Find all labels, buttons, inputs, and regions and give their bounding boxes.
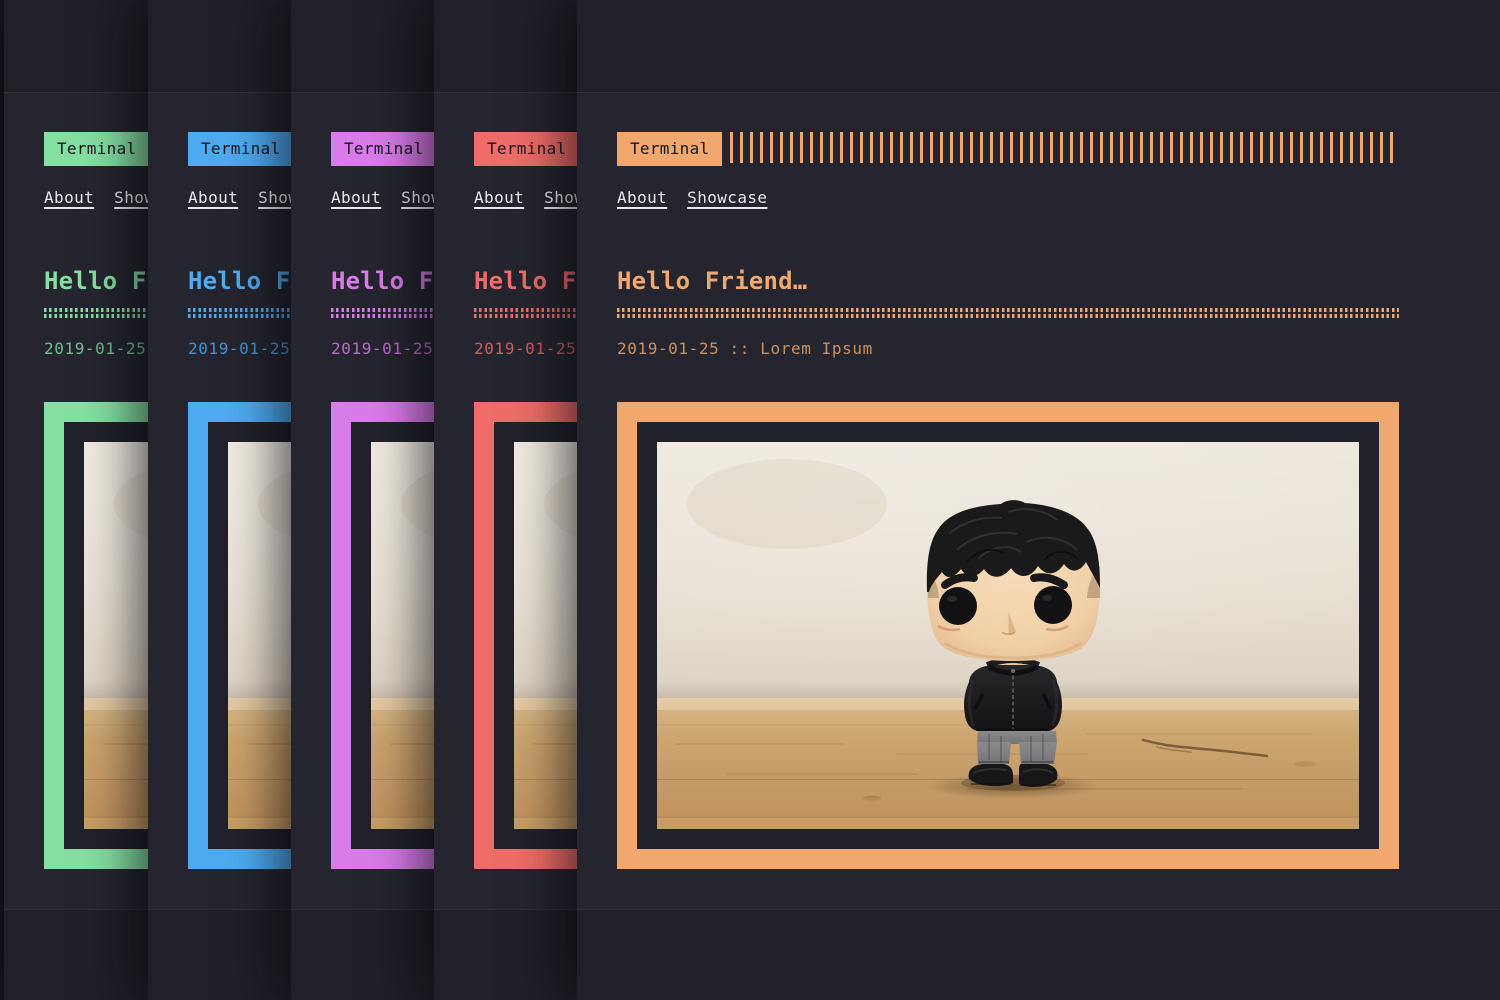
post-meta: 2019-01-25 :: Lorem Ipsum (617, 339, 873, 358)
nav-link-about[interactable]: About (188, 188, 238, 207)
dotted-divider (617, 308, 1399, 320)
terminal-logo-badge[interactable]: Terminal (474, 132, 579, 166)
figure-jacket (964, 660, 1062, 731)
logo-stripes-decoration (730, 132, 1399, 163)
terminal-logo-badge[interactable]: Terminal (188, 132, 293, 166)
nav-link-about[interactable]: About (474, 188, 524, 207)
nav-link-showcase[interactable]: Showcase (687, 188, 767, 207)
nav-link-about[interactable]: About (331, 188, 381, 207)
post-photo (657, 442, 1359, 829)
terminal-logo-badge[interactable]: Terminal (44, 132, 149, 166)
framed-photo (617, 402, 1399, 869)
nav-link-about[interactable]: About (44, 188, 94, 207)
nav-link-about[interactable]: About (617, 188, 667, 207)
post-title: Hello Friend… (617, 267, 807, 295)
site-nav: About Showcase (617, 188, 767, 207)
site-header: Terminal (617, 132, 1399, 166)
panel-stack: Terminal About Showcase Hello Friend… 20… (0, 0, 1500, 1000)
panel-content: Terminal About Showcase Hello Friend… 20… (617, 93, 1399, 909)
panel-orange: Terminal About Showcase Hello Friend… 20… (577, 0, 1500, 1000)
terminal-logo-badge[interactable]: Terminal (617, 132, 722, 166)
figure-head (927, 500, 1100, 661)
content-strip: Terminal About Showcase Hello Friend… 20… (577, 92, 1500, 910)
terminal-logo-badge[interactable]: Terminal (331, 132, 436, 166)
